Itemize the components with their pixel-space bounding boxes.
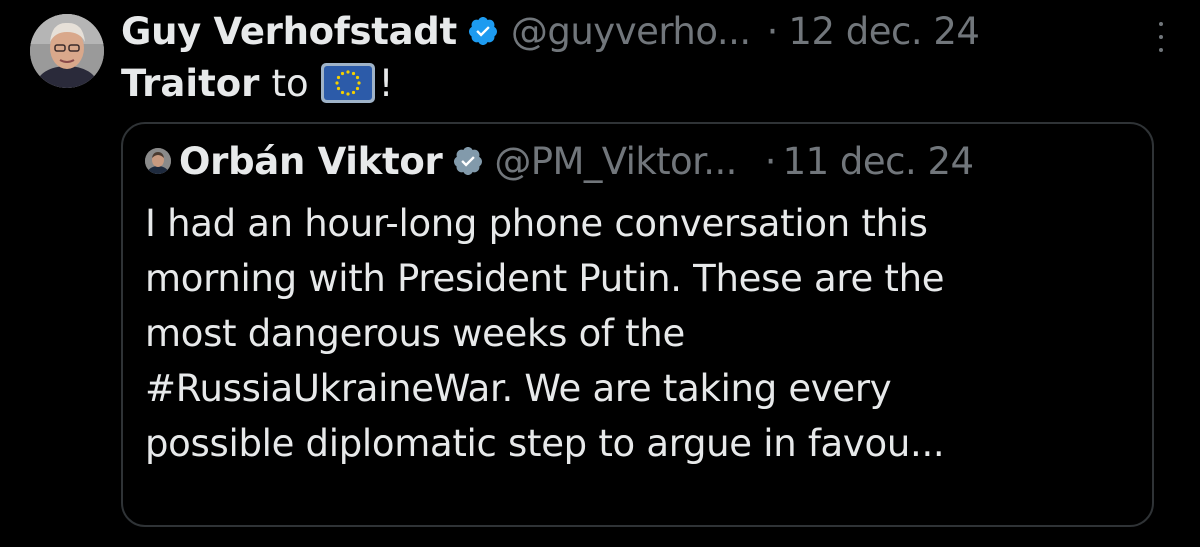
author-handle[interactable]: @guyverho...	[511, 10, 751, 53]
tweet: Guy Verhofstadt @guyverho... · 12 dec. 2…	[0, 0, 1200, 547]
quoted-author-name[interactable]: Orbán Viktor	[179, 140, 443, 183]
separator-dot: ·	[764, 139, 777, 183]
quoted-text-line: most dangerous weeks of the	[145, 312, 685, 355]
tweet-text-plain: to	[271, 61, 309, 105]
quoted-author-handle[interactable]: @PM_Viktor...	[494, 140, 737, 183]
verified-badge-icon	[452, 145, 484, 177]
tweet-date[interactable]: 12 dec. 24	[788, 10, 980, 53]
quoted-text-line: possible diplomatic step to argue in fav…	[145, 422, 945, 465]
quoted-avatar[interactable]	[145, 148, 171, 174]
quoted-tweet-header: Orbán Viktor @PM_Viktor... · 11 dec. 24	[145, 136, 974, 186]
quoted-text-line: morning with President Putin. These are …	[145, 257, 945, 300]
tweet-text: Traitor to !	[121, 58, 393, 108]
tweet-text-bold: Traitor	[121, 61, 260, 105]
more-vertical-icon[interactable]	[1154, 22, 1168, 52]
quoted-tweet[interactable]: Orbán Viktor @PM_Viktor... · 11 dec. 24 …	[121, 122, 1154, 527]
verified-badge-icon[interactable]	[467, 15, 499, 47]
eu-flag-icon	[320, 63, 375, 103]
author-name[interactable]: Guy Verhofstadt	[121, 10, 457, 53]
quoted-tweet-date[interactable]: 11 dec. 24	[783, 140, 975, 183]
separator-dot: ·	[766, 9, 779, 53]
quoted-tweet-text: I had an hour-long phone conversation th…	[145, 196, 1145, 471]
tweet-text-suffix: !	[378, 61, 394, 105]
quoted-text-line: #RussiaUkraineWar. We are taking every	[145, 367, 892, 410]
tweet-header: Guy Verhofstadt @guyverho... · 12 dec. 2…	[121, 6, 980, 56]
avatar[interactable]	[30, 14, 104, 88]
quoted-text-line: I had an hour-long phone conversation th…	[145, 202, 928, 245]
